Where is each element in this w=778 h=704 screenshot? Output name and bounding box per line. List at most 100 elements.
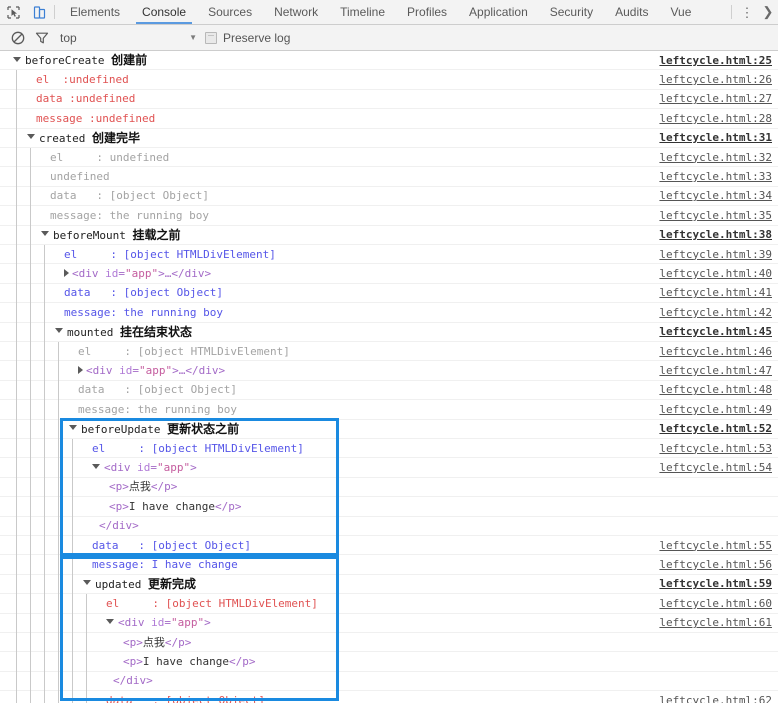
device-toolbar-icon[interactable]: [26, 0, 52, 24]
console-row[interactable]: <div id="app">…</div> leftcycle.html:40: [0, 264, 778, 284]
source-link[interactable]: leftcycle.html:49: [659, 400, 772, 418]
chevron-down-icon[interactable]: [55, 328, 63, 334]
chevron-down-icon[interactable]: [69, 425, 77, 431]
source-link[interactable]: leftcycle.html:41: [659, 284, 772, 302]
console-row[interactable]: data : [object Object] leftcycle.html:41: [0, 284, 778, 304]
dom-node-text: <p>点我</p>: [109, 480, 178, 494]
source-link[interactable]: leftcycle.html:48: [659, 381, 772, 399]
tab-security[interactable]: Security: [539, 0, 604, 24]
cursor-select-icon[interactable]: [0, 0, 26, 24]
tab-application[interactable]: Application: [458, 0, 539, 24]
console-group-title: mounted 挂在结束状态: [55, 323, 192, 341]
devtools-tabbar: Elements Console Sources Network Timelin…: [0, 0, 778, 25]
tab-console[interactable]: Console: [131, 0, 197, 24]
source-link[interactable]: leftcycle.html:52: [659, 420, 772, 438]
preserve-log-checkbox[interactable]: [205, 31, 217, 44]
source-link[interactable]: leftcycle.html:38: [659, 226, 772, 244]
console-row[interactable]: el : [object HTMLDivElement] leftcycle.ht…: [0, 594, 778, 614]
console-message-list[interactable]: beforeCreate 创建前 leftcycle.html:25 el :und…: [0, 51, 778, 703]
source-link[interactable]: leftcycle.html:34: [659, 187, 772, 205]
console-row[interactable]: <p>I have change</p>: [0, 497, 778, 517]
chevron-down-icon[interactable]: [92, 464, 100, 470]
source-link[interactable]: leftcycle.html:62: [659, 691, 772, 703]
console-row[interactable]: updated 更新完成 leftcycle.html:59: [0, 575, 778, 595]
source-link[interactable]: leftcycle.html:61: [659, 614, 772, 632]
tab-network[interactable]: Network: [263, 0, 329, 24]
console-row[interactable]: message: the running boy leftcycle.html:4…: [0, 303, 778, 323]
tab-sources[interactable]: Sources: [197, 0, 263, 24]
console-row[interactable]: el : undefined leftcycle.html:32: [0, 148, 778, 168]
console-row[interactable]: el : [object HTMLDivElement] leftcycle.ht…: [0, 245, 778, 265]
source-link[interactable]: leftcycle.html:46: [659, 342, 772, 360]
dom-node-text: <p>I have change</p>: [109, 499, 242, 513]
source-link[interactable]: leftcycle.html:56: [659, 555, 772, 573]
chevron-right-icon[interactable]: [78, 365, 83, 374]
source-link[interactable]: leftcycle.html:33: [659, 167, 772, 185]
console-row[interactable]: undefined leftcycle.html:33: [0, 167, 778, 187]
console-row[interactable]: <p>点我</p>: [0, 633, 778, 653]
console-row[interactable]: el :undefined leftcycle.html:26: [0, 70, 778, 90]
console-row[interactable]: created 创建完毕 leftcycle.html:31: [0, 129, 778, 148]
console-row[interactable]: message: I have change leftcycle.html:56: [0, 555, 778, 575]
tab-timeline[interactable]: Timeline: [329, 0, 396, 24]
tab-vue[interactable]: Vue: [659, 0, 702, 24]
console-row[interactable]: data :undefined leftcycle.html:27: [0, 90, 778, 110]
tab-audits[interactable]: Audits: [604, 0, 659, 24]
console-row[interactable]: data : [object Object] leftcycle.html:62: [0, 691, 778, 703]
console-row[interactable]: data : [object Object] leftcycle.html:34: [0, 187, 778, 207]
console-row[interactable]: <div id="app"> leftcycle.html:61: [0, 614, 778, 633]
execution-context-selector[interactable]: top ▼: [60, 31, 205, 45]
console-row[interactable]: <div id="app">…</div> leftcycle.html:47: [0, 361, 778, 381]
console-row[interactable]: beforeMount 挂载之前 leftcycle.html:38: [0, 226, 778, 245]
source-link[interactable]: leftcycle.html:32: [659, 148, 772, 166]
source-link[interactable]: leftcycle.html:27: [659, 90, 772, 108]
source-link[interactable]: leftcycle.html:60: [659, 594, 772, 612]
source-link[interactable]: leftcycle.html:31: [659, 129, 772, 147]
source-link[interactable]: leftcycle.html:35: [659, 206, 772, 224]
preserve-log-toggle[interactable]: Preserve log: [205, 31, 290, 45]
clear-console-icon[interactable]: [6, 26, 30, 50]
source-link[interactable]: leftcycle.html:54: [659, 458, 772, 476]
filter-funnel-icon[interactable]: [30, 26, 54, 50]
source-link[interactable]: leftcycle.html:55: [659, 536, 772, 554]
chevron-down-icon[interactable]: [27, 134, 35, 140]
console-row[interactable]: el : [object HTMLDivElement] leftcycle.ht…: [0, 342, 778, 362]
source-link[interactable]: leftcycle.html:53: [659, 439, 772, 457]
console-row[interactable]: </div>: [0, 672, 778, 692]
console-row[interactable]: beforeUpdate 更新状态之前 leftcycle.html:52: [0, 420, 778, 439]
source-link[interactable]: leftcycle.html:59: [659, 575, 772, 593]
console-row[interactable]: data : [object Object] leftcycle.html:55: [0, 536, 778, 556]
more-options-icon[interactable]: ⋮: [736, 0, 758, 24]
console-row[interactable]: beforeCreate 创建前 leftcycle.html:25: [0, 51, 778, 71]
console-row[interactable]: el : [object HTMLDivElement] leftcycle.ht…: [0, 439, 778, 459]
tab-profiles[interactable]: Profiles: [396, 0, 458, 24]
close-icon[interactable]: ❯: [758, 0, 778, 24]
console-row[interactable]: <div id="app"> leftcycle.html:54: [0, 458, 778, 478]
source-link[interactable]: leftcycle.html:40: [659, 264, 772, 282]
chevron-down-icon[interactable]: [106, 619, 114, 625]
chevron-down-icon[interactable]: [41, 231, 49, 237]
console-row[interactable]: message: the running boy leftcycle.html:3…: [0, 206, 778, 226]
source-link[interactable]: leftcycle.html:26: [659, 70, 772, 88]
source-link[interactable]: leftcycle.html:45: [659, 323, 772, 341]
indent-guide: [86, 594, 87, 703]
console-row[interactable]: message: the running boy leftcycle.html:4…: [0, 400, 778, 420]
source-link[interactable]: leftcycle.html:47: [659, 361, 772, 379]
source-link[interactable]: leftcycle.html:42: [659, 303, 772, 321]
console-row[interactable]: <p>点我</p>: [0, 478, 778, 498]
source-link[interactable]: leftcycle.html:28: [659, 109, 772, 127]
dom-node-text: <div id="app">: [104, 461, 197, 475]
console-row[interactable]: data : [object Object] leftcycle.html:48: [0, 381, 778, 401]
source-link[interactable]: leftcycle.html:39: [659, 245, 772, 263]
console-row[interactable]: message :undefined leftcycle.html:28: [0, 109, 778, 129]
source-link[interactable]: leftcycle.html:25: [659, 51, 772, 69]
chevron-right-icon[interactable]: [64, 268, 69, 277]
console-message-text: data : [object Object]: [50, 187, 209, 205]
console-row[interactable]: mounted 挂在结束状态 leftcycle.html:45: [0, 323, 778, 342]
tab-elements[interactable]: Elements: [59, 0, 131, 24]
console-row[interactable]: </div>: [0, 517, 778, 536]
console-row[interactable]: <p>I have change</p>: [0, 652, 778, 672]
message-value: data : [object Object]: [106, 693, 265, 703]
chevron-down-icon[interactable]: [83, 580, 91, 586]
chevron-down-icon[interactable]: [13, 56, 21, 62]
